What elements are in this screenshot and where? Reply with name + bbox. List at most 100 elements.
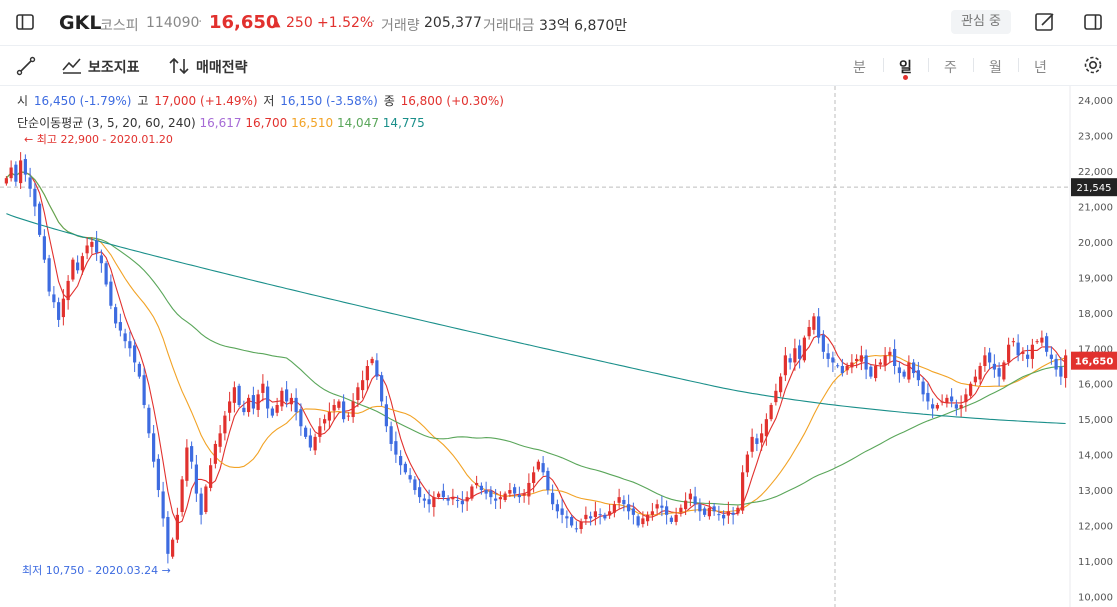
candle-body (413, 479, 417, 491)
candle-body (389, 426, 393, 444)
candle-body (655, 504, 659, 509)
candle-body (308, 435, 312, 448)
draw-line-icon[interactable] (15, 55, 37, 77)
candle-body (726, 511, 730, 516)
y-tick-label: 19,000 (1078, 273, 1113, 284)
candle-body (332, 404, 336, 411)
candle-body (807, 327, 811, 337)
candle-body (199, 493, 203, 515)
stock-header: GKL 코스피 114090 · 16,650 ▲ 250 +1.52% · 거… (0, 0, 1117, 46)
indicator-icon[interactable] (61, 54, 83, 76)
candle-body (945, 397, 949, 403)
candle-body (384, 404, 388, 427)
panel-toggle-icon[interactable] (1082, 11, 1104, 33)
candle-body (674, 514, 678, 522)
change-up-icon: ▲ (272, 16, 281, 29)
candle-body (703, 508, 707, 515)
y-tick-label: 11,000 (1078, 557, 1113, 568)
y-tick-label: 21,000 (1078, 203, 1113, 214)
candle-body (598, 514, 602, 516)
candle-body (541, 463, 545, 473)
candle-body (660, 505, 664, 508)
candle-body (574, 528, 578, 530)
candle-body (285, 389, 289, 402)
candle-body (907, 362, 911, 380)
candle-body (978, 365, 982, 380)
candle-body (579, 521, 583, 530)
ma-20-value: 16,510 (291, 116, 334, 130)
candle-body (850, 362, 854, 368)
candle-body (560, 508, 564, 515)
strategy-button[interactable]: 매매전략 (196, 57, 248, 77)
candle-body (465, 497, 469, 502)
favorite-button[interactable]: 관심 중 (951, 10, 1012, 34)
candle-body (38, 203, 42, 235)
candle-body (171, 539, 175, 557)
candle-body (475, 482, 479, 486)
period-year[interactable]: 년 (1034, 57, 1047, 77)
strategy-icon[interactable] (168, 55, 190, 77)
candle-body (1059, 366, 1063, 377)
candle-body (484, 490, 488, 494)
candle-body (688, 493, 692, 500)
candle-body (665, 506, 669, 515)
candle-body (498, 497, 502, 500)
sidebar-toggle-icon[interactable] (14, 11, 36, 33)
volume-label: 거래량 (381, 18, 420, 34)
candle-body (365, 365, 369, 381)
candle-body (764, 419, 768, 437)
y-tick-label: 14,000 (1078, 451, 1113, 462)
separator-dot: · (371, 14, 376, 30)
candle-body (1026, 354, 1030, 359)
period-month[interactable]: 월 (989, 57, 1002, 77)
ma-5-line (5, 171, 1066, 525)
edit-icon[interactable] (1034, 11, 1056, 33)
candle-body (408, 475, 412, 480)
candle-body (90, 241, 94, 247)
candle-body (470, 486, 474, 499)
candle-body (584, 514, 588, 520)
candle-body (337, 401, 341, 408)
settings-gear-icon[interactable] (1082, 54, 1104, 76)
candle-body (14, 164, 18, 182)
period-week[interactable]: 주 (944, 57, 957, 77)
candle-body (85, 245, 89, 254)
candle-body (631, 508, 635, 515)
candle-body (874, 365, 878, 379)
candle-body (513, 487, 517, 494)
candle-body (327, 412, 331, 421)
period-separator (883, 58, 884, 72)
candle-body (750, 436, 754, 452)
candle-body (394, 441, 398, 455)
candle-body (707, 507, 711, 517)
candle-body (503, 493, 507, 500)
candle-body (403, 463, 407, 473)
candle-body (356, 387, 360, 401)
candle-body (783, 355, 787, 376)
stock-symbol: GKL (59, 12, 102, 34)
amount-value: 33억 6,870만 (539, 18, 628, 34)
candle-body (323, 419, 327, 424)
ma-20-line (5, 171, 1066, 516)
price-chart[interactable]: 10,000 11,000 12,000 13,000 14,000 15,000 16,0… (0, 86, 1117, 607)
candle-body (204, 486, 208, 513)
candle-body (864, 355, 868, 370)
candle-body (47, 258, 51, 292)
last-price-label: 16,650 (1075, 357, 1114, 368)
candle-body (693, 496, 697, 505)
candle-body (959, 404, 963, 409)
candle-body (304, 427, 308, 437)
y-tick-label: 22,000 (1078, 167, 1113, 178)
candle-body (878, 362, 882, 365)
candle-body (418, 487, 422, 498)
candle-body (902, 371, 906, 377)
price-change-pct: +1.52% (317, 15, 374, 31)
period-day[interactable]: 일 (899, 57, 912, 77)
indicator-button[interactable]: 보조지표 (88, 57, 140, 77)
candle-body (973, 376, 977, 383)
candle-body (926, 392, 930, 402)
y-tick-label: 15,000 (1078, 415, 1113, 426)
period-minute[interactable]: 분 (853, 57, 866, 77)
candle-body (275, 404, 279, 413)
candle-body (489, 490, 493, 498)
